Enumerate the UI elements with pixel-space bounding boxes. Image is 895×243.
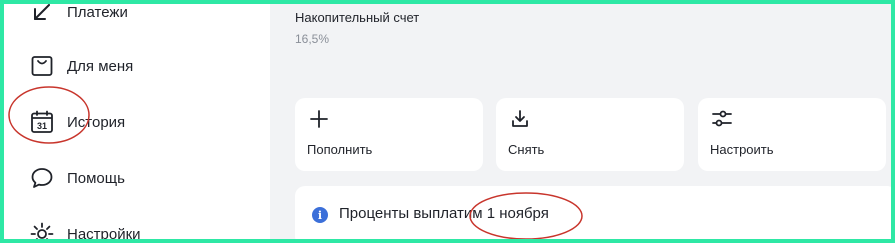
sidebar: Платежи Для меня 31 История Помощь Настр… [4, 4, 270, 239]
sidebar-item-label: Помощь [67, 169, 125, 187]
account-rate: 16,5% [295, 32, 330, 46]
sidebar-item-label: Для меня [67, 57, 134, 75]
interest-info-banner: i Проценты выплатим 1 ноября [295, 186, 891, 239]
arrow-back-icon [28, 4, 56, 26]
withdraw-label: Снять [508, 142, 545, 157]
interest-info-text: Проценты выплатим 1 ноября [339, 205, 549, 222]
configure-label: Настроить [710, 142, 774, 157]
configure-button[interactable]: Настроить [698, 98, 886, 171]
sidebar-item-for-me[interactable]: Для меня [28, 51, 133, 81]
sidebar-item-payments[interactable]: Платежи [28, 4, 128, 27]
calendar-icon: 31 [28, 108, 56, 136]
top-up-label: Пополнить [307, 142, 373, 157]
download-icon [508, 107, 532, 131]
top-up-button[interactable]: Пополнить [295, 98, 483, 171]
sliders-icon [710, 107, 734, 131]
sidebar-item-help[interactable]: Помощь [28, 163, 125, 193]
plus-icon [307, 107, 331, 131]
info-icon: i [312, 207, 328, 223]
sidebar-item-settings[interactable]: Настройки [28, 219, 141, 239]
shopping-bag-icon [28, 52, 56, 80]
sidebar-item-label: История [67, 113, 126, 131]
chat-bubble-icon [28, 164, 56, 192]
sidebar-item-label: Настройки [67, 225, 141, 240]
calendar-icon-date: 31 [37, 121, 47, 131]
main-content: Накопительный счет 16,5% Пополнить Снять [270, 4, 891, 239]
sidebar-item-label: Платежи [67, 4, 128, 21]
gear-icon [28, 220, 56, 239]
sidebar-item-history[interactable]: 31 История [28, 107, 125, 137]
withdraw-button[interactable]: Снять [496, 98, 684, 171]
app-window: Платежи Для меня 31 История Помощь Настр… [4, 4, 891, 239]
account-title: Накопительный счет [295, 10, 420, 25]
